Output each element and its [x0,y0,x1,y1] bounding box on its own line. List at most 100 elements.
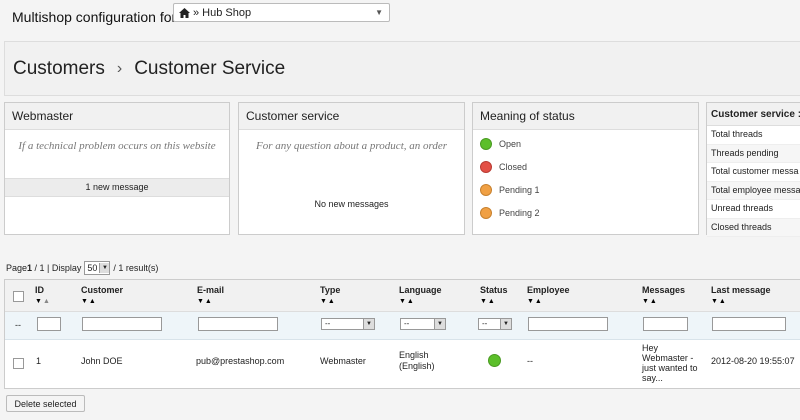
breadcrumb: Customers › Customer Service [4,41,800,96]
webmaster-new-messages[interactable]: 1 new message [5,178,229,197]
status-legend-label: Open [499,138,522,149]
status-pending-2-icon [480,206,492,219]
status-legend-item: Closed [473,155,698,178]
filter-status-select[interactable]: -- ▼ [478,318,512,330]
column-header-language[interactable]: Language ▼▲ [399,285,442,305]
status-legend-label: Closed [499,161,528,172]
status-open-icon [480,137,492,150]
cell-language-native: (English) [399,361,435,371]
cell-language: English (English) [399,350,435,372]
filter-status-value: -- [482,319,488,328]
filter-email-input[interactable] [198,317,278,331]
breadcrumb-customers[interactable]: Customers [13,58,105,80]
pagination-page-suffix: / 1 | Display [32,263,82,273]
chevron-down-icon: ▼ [363,319,374,329]
delete-selected-button[interactable]: Delete selected [6,395,85,412]
cell-id: 1 [36,356,42,366]
cell-customer: John DOE [81,356,123,366]
stats-closed-threads: Closed threads [707,218,800,237]
cell-employee: -- [527,356,533,366]
sort-icon[interactable]: ▼▲ [642,298,685,305]
shop-select-value: » Hub Shop [193,6,252,19]
message-line: Hey [642,343,659,353]
message-line: Webmaster - [642,353,694,363]
customer-service-panel: Customer service For any question about … [238,102,465,235]
sort-icon[interactable]: ▼▲ [320,298,340,305]
column-header-label: Customer [81,285,124,295]
per-page-value: 50 [87,263,98,273]
sort-icon[interactable]: ▼▲ [527,298,570,305]
filter-language-select[interactable]: -- ▼ [400,318,446,330]
status-legend-list: Open Closed Pending 1 Pending 2 [473,130,698,224]
filter-customer-input[interactable] [82,317,162,331]
column-header-label: E-mail [197,285,225,295]
sort-icon[interactable]: ▼▲ [399,298,442,305]
table-filter-row: -- -- ▼ -- ▼ -- ▼ [5,312,800,340]
column-header-label: Last message [711,285,771,295]
column-header-type[interactable]: Type ▼▲ [320,285,340,305]
cell-type: Webmaster [320,356,366,366]
sort-icon[interactable]: ▼▲ [35,298,51,305]
status-legend-label: Pending 1 [499,184,540,195]
customer-service-description: For any question about a product, an ord… [255,140,448,152]
column-header-label: ID [35,285,44,295]
column-header-messages[interactable]: Messages ▼▲ [642,285,685,305]
pagination-page-prefix: Page [6,263,28,273]
filter-id-input[interactable] [37,317,61,331]
stats-title: Customer service : [707,103,800,126]
select-all-checkbox[interactable] [13,291,24,302]
sort-icon[interactable]: ▼▲ [480,298,508,305]
stats-total-customer-messages: Total customer messa [707,163,800,182]
customer-service-no-messages: No new messages [314,199,389,209]
message-line: just wanted to [642,363,698,373]
cell-email: pub@prestashop.com [196,356,285,366]
status-pending-1-icon [480,183,492,196]
webmaster-title: Webmaster [5,103,229,130]
webmaster-panel: Webmaster If a technical problem occurs … [4,102,230,235]
chevron-down-icon: ▼ [500,319,511,329]
cell-last-message: 2012-08-20 19:55:07 [711,356,795,366]
home-icon [179,7,190,18]
shop-select[interactable]: » Hub Shop ▼ [173,3,390,22]
column-header-email[interactable]: E-mail ▼▲ [197,285,224,305]
cell-language-name: English [399,350,429,360]
status-legend-item: Open [473,132,698,155]
cell-messages: Hey Webmaster - just wanted to say... [642,343,698,383]
customer-service-title: Customer service [239,103,464,130]
table-row[interactable]: 1 John DOE pub@prestashop.com Webmaster … [5,340,800,388]
row-checkbox[interactable] [13,358,24,369]
column-header-id[interactable]: ID ▼▲ [35,285,51,305]
multishop-bar: Multishop configuration for » Hub Shop ▼ [0,0,800,34]
column-header-customer[interactable]: Customer ▼▲ [81,285,123,305]
filter-leading-label: -- [15,320,21,330]
filter-type-value: -- [325,319,331,328]
page-title: Customer Service [134,57,286,79]
pagination-results: / 1 result(s) [113,263,159,273]
status-closed-icon [480,160,492,173]
status-legend-panel: Meaning of status Open Closed Pending 1 … [472,102,699,235]
filter-employee-input[interactable] [528,317,608,331]
per-page-select[interactable]: 50 ▼ [84,261,111,275]
column-header-status[interactable]: Status ▼▲ [480,285,508,305]
sort-icon[interactable]: ▼▲ [197,298,224,305]
status-open-icon [488,354,501,369]
table-header-row: ID ▼▲ Customer ▼▲ E-mail ▼▲ Type ▼▲ Language… [5,280,800,312]
filter-language-value: -- [404,319,410,328]
sort-icon[interactable]: ▼▲ [81,298,123,305]
status-legend-label: Pending 2 [499,207,540,218]
filter-type-select[interactable]: -- ▼ [321,318,375,330]
column-header-label: Language [399,285,442,295]
status-legend-item: Pending 1 [473,178,698,201]
column-header-label: Messages [642,285,686,295]
breadcrumb-separator: › [116,59,123,77]
column-header-label: Type [320,285,341,295]
column-header-label: Employee [527,285,570,295]
filter-last-message-input[interactable] [712,317,786,331]
column-header-label: Status [480,285,508,295]
column-header-last-message[interactable]: Last message ▼▲ [711,285,771,305]
status-legend-title: Meaning of status [473,103,698,130]
customer-service-stats: Customer service : Total threads Threads… [706,102,800,237]
sort-icon[interactable]: ▼▲ [711,298,771,305]
filter-messages-input[interactable] [643,317,688,331]
column-header-employee[interactable]: Employee ▼▲ [527,285,570,305]
